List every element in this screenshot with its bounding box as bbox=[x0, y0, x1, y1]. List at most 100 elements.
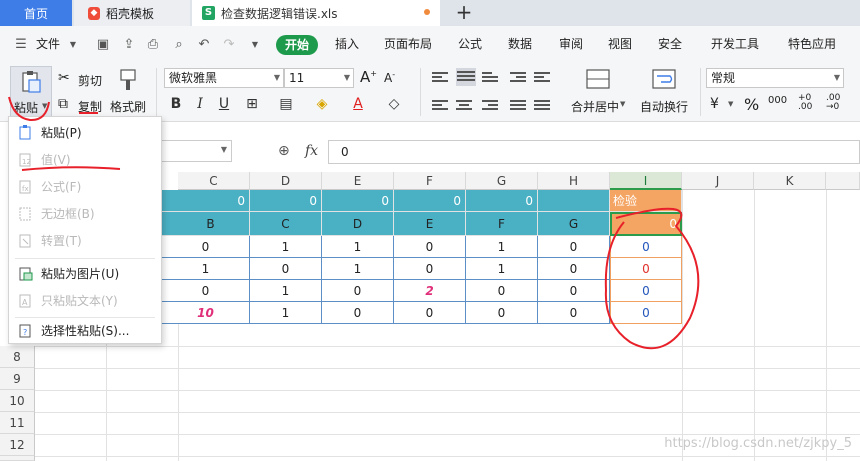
menu-item-paste-formula[interactable]: fx 公式(F) bbox=[9, 173, 161, 200]
underline-icon[interactable]: U bbox=[216, 96, 232, 112]
row-header-12[interactable]: 12 bbox=[0, 434, 35, 456]
column-header-more[interactable] bbox=[826, 172, 860, 190]
hamburger-menu-icon[interactable]: ☰ bbox=[14, 38, 28, 52]
font-color-icon[interactable]: A bbox=[350, 96, 366, 112]
table-cell[interactable]: 1 bbox=[466, 258, 538, 280]
table-cell[interactable]: 1 bbox=[466, 236, 538, 258]
align-middle-icon[interactable] bbox=[456, 68, 476, 86]
column-header-j[interactable]: J bbox=[682, 172, 754, 190]
align-left-icon[interactable] bbox=[432, 98, 448, 112]
menu-tab-page-layout[interactable]: 页面布局 bbox=[384, 26, 432, 62]
header-cell[interactable]: G bbox=[538, 212, 610, 236]
menu-tab-start[interactable]: 开始 bbox=[276, 35, 318, 55]
indent-increase-icon[interactable] bbox=[534, 70, 550, 84]
header-cell[interactable]: C bbox=[250, 212, 322, 236]
paste-button[interactable]: 粘贴 ▼ bbox=[10, 66, 52, 118]
border-icon[interactable]: ⊞ bbox=[244, 96, 260, 112]
cell-style-icon[interactable]: ▤ bbox=[278, 96, 294, 112]
font-name-select[interactable]: 微软雅黑 ▼ bbox=[164, 68, 284, 88]
align-bottom-icon[interactable] bbox=[482, 70, 498, 84]
table-cell[interactable]: 0 bbox=[394, 302, 466, 324]
column-header-f[interactable]: F bbox=[394, 172, 466, 190]
increase-decimal-icon[interactable]: +0.00 bbox=[798, 94, 812, 112]
wrap-text-button[interactable]: 自动换行 bbox=[640, 98, 688, 115]
table-cell[interactable]: 0 bbox=[394, 236, 466, 258]
column-header-c[interactable]: C bbox=[178, 172, 250, 190]
name-box[interactable]: ▼ bbox=[160, 140, 232, 162]
align-center-icon[interactable] bbox=[456, 98, 472, 112]
check-cell[interactable]: 0 bbox=[610, 302, 682, 324]
menu-item-transpose[interactable]: 转置(T) bbox=[9, 227, 161, 254]
table-cell[interactable]: 0 bbox=[538, 258, 610, 280]
table-cell-highlight[interactable]: 2 bbox=[394, 280, 466, 302]
active-cell[interactable]: 0 bbox=[610, 212, 682, 236]
menu-item-no-border[interactable]: 无边框(B) bbox=[9, 200, 161, 227]
menu-item-paste-as-image[interactable]: 粘贴为图片(U) bbox=[9, 260, 161, 287]
print-icon[interactable]: ⎙ bbox=[146, 38, 160, 52]
align-top-icon[interactable] bbox=[432, 70, 448, 84]
row-header-11[interactable]: 11 bbox=[0, 412, 35, 434]
merge-center-button[interactable]: 合并居中 bbox=[571, 98, 619, 115]
menu-tab-view[interactable]: 视图 bbox=[608, 26, 632, 62]
header-cell[interactable]: 0 bbox=[394, 190, 466, 212]
decrease-font-icon[interactable]: A- bbox=[384, 70, 395, 85]
column-header-k[interactable]: K bbox=[754, 172, 826, 190]
table-cell[interactable]: 1 bbox=[162, 258, 250, 280]
menu-item-paste-text-only[interactable]: A 只粘贴文本(Y) bbox=[9, 287, 161, 314]
menu-tab-features[interactable]: 特色应用 bbox=[788, 26, 836, 62]
table-cell[interactable]: 1 bbox=[250, 302, 322, 324]
header-cell[interactable]: 0 bbox=[178, 190, 250, 212]
zoom-formula-icon[interactable]: ⊕ bbox=[278, 143, 290, 159]
indent-decrease-icon[interactable] bbox=[510, 70, 526, 84]
table-cell[interactable]: 0 bbox=[250, 258, 322, 280]
check-cell[interactable]: 0 bbox=[610, 280, 682, 302]
column-header-g[interactable]: G bbox=[466, 172, 538, 190]
table-cell[interactable]: 1 bbox=[322, 258, 394, 280]
fill-color-icon[interactable]: ◈ bbox=[314, 96, 330, 112]
table-cell-highlight[interactable]: 10 bbox=[162, 302, 250, 324]
copy-button[interactable]: 复制 bbox=[78, 98, 102, 115]
table-cell[interactable]: 0 bbox=[466, 280, 538, 302]
decrease-decimal-icon[interactable]: .00 →0 bbox=[826, 94, 840, 112]
menu-tab-formula[interactable]: 公式 bbox=[458, 26, 482, 62]
header-cell[interactable]: 0 bbox=[250, 190, 322, 212]
menu-tab-developer[interactable]: 开发工具 bbox=[711, 26, 759, 62]
menu-item-paste-special[interactable]: ? 选择性粘贴(S)... bbox=[9, 317, 161, 344]
percent-button[interactable]: % bbox=[744, 95, 759, 114]
table-cell[interactable]: 0 bbox=[322, 302, 394, 324]
header-cell[interactable]: F bbox=[466, 212, 538, 236]
file-menu[interactable]: 文件 bbox=[36, 26, 60, 62]
row-header-8[interactable]: 8 bbox=[0, 346, 35, 368]
menu-tab-data[interactable]: 数据 bbox=[508, 26, 532, 62]
column-header-h[interactable]: H bbox=[538, 172, 610, 190]
check-cell[interactable]: 0 bbox=[610, 236, 682, 258]
header-cell[interactable]: 0 bbox=[466, 190, 538, 212]
redo-icon[interactable]: ↷ bbox=[222, 38, 236, 52]
justify-icon[interactable] bbox=[510, 98, 526, 112]
menu-item-paste-values[interactable]: 12 值(V) bbox=[9, 146, 161, 173]
row-header-10[interactable]: 10 bbox=[0, 390, 35, 412]
menu-tab-insert[interactable]: 插入 bbox=[335, 26, 359, 62]
fx-label[interactable]: fx bbox=[305, 143, 318, 159]
clear-format-icon[interactable]: ◇ bbox=[386, 96, 402, 112]
chevron-down-icon[interactable]: ▼ bbox=[620, 100, 625, 108]
font-size-select[interactable]: 11 ▼ bbox=[284, 68, 354, 88]
column-header-e[interactable]: E bbox=[322, 172, 394, 190]
chevron-down-icon[interactable]: ▼ bbox=[728, 100, 733, 108]
table-cell[interactable]: 1 bbox=[250, 280, 322, 302]
menu-tab-review[interactable]: 审阅 bbox=[559, 26, 583, 62]
header-cell[interactable]: E bbox=[394, 212, 466, 236]
table-cell[interactable]: 0 bbox=[162, 236, 250, 258]
distribute-icon[interactable] bbox=[534, 98, 550, 112]
row-header-9[interactable]: 9 bbox=[0, 368, 35, 390]
print-preview-icon[interactable]: ⌕ bbox=[172, 38, 186, 52]
align-right-icon[interactable] bbox=[482, 98, 498, 112]
table-cell[interactable]: 0 bbox=[538, 302, 610, 324]
tab-home[interactable]: 首页 bbox=[0, 0, 72, 26]
tab-document[interactable]: S 检查数据逻辑错误.xls bbox=[192, 0, 440, 26]
table-cell[interactable]: 1 bbox=[250, 236, 322, 258]
table-cell[interactable]: 0 bbox=[162, 280, 250, 302]
increase-font-icon[interactable]: A+ bbox=[360, 68, 377, 86]
table-cell[interactable]: 0 bbox=[394, 258, 466, 280]
table-cell[interactable]: 0 bbox=[538, 280, 610, 302]
